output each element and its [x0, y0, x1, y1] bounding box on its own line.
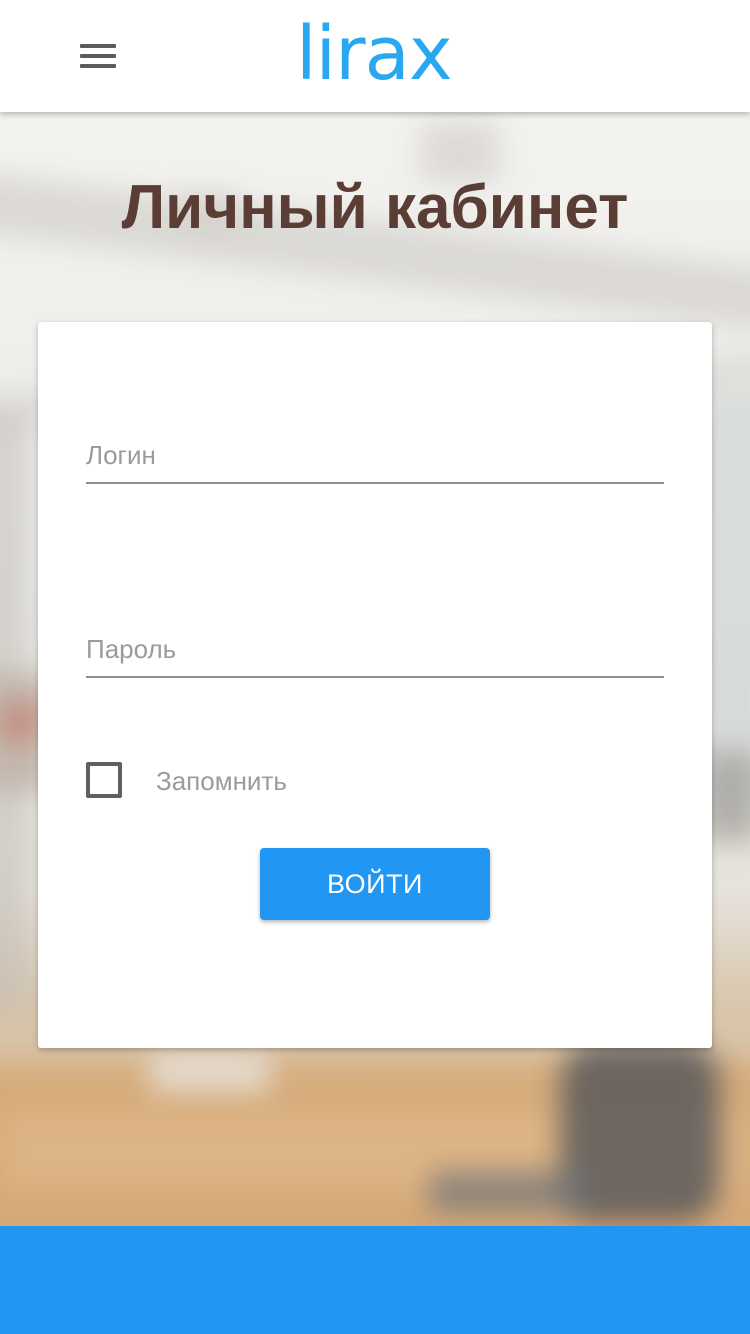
- login-page: lirax Личный кабинет Запомнить ВОЙТИ: [0, 0, 750, 1334]
- app-header: lirax: [0, 0, 750, 112]
- login-card: Запомнить ВОЙТИ: [38, 322, 712, 1048]
- login-input[interactable]: [86, 420, 664, 482]
- password-field: [86, 614, 664, 678]
- page-title: Личный кабинет: [121, 173, 629, 242]
- hamburger-menu-icon[interactable]: [74, 36, 122, 76]
- remember-me-toggle[interactable]: Запомнить: [86, 762, 386, 800]
- login-field: [86, 420, 664, 484]
- remember-checkbox[interactable]: [86, 762, 122, 798]
- password-input[interactable]: [86, 614, 664, 676]
- brand-logo[interactable]: lirax: [296, 14, 453, 94]
- remember-label: Запомнить: [156, 766, 287, 796]
- footer-bar: [0, 1226, 750, 1334]
- login-button[interactable]: ВОЙТИ: [260, 848, 490, 920]
